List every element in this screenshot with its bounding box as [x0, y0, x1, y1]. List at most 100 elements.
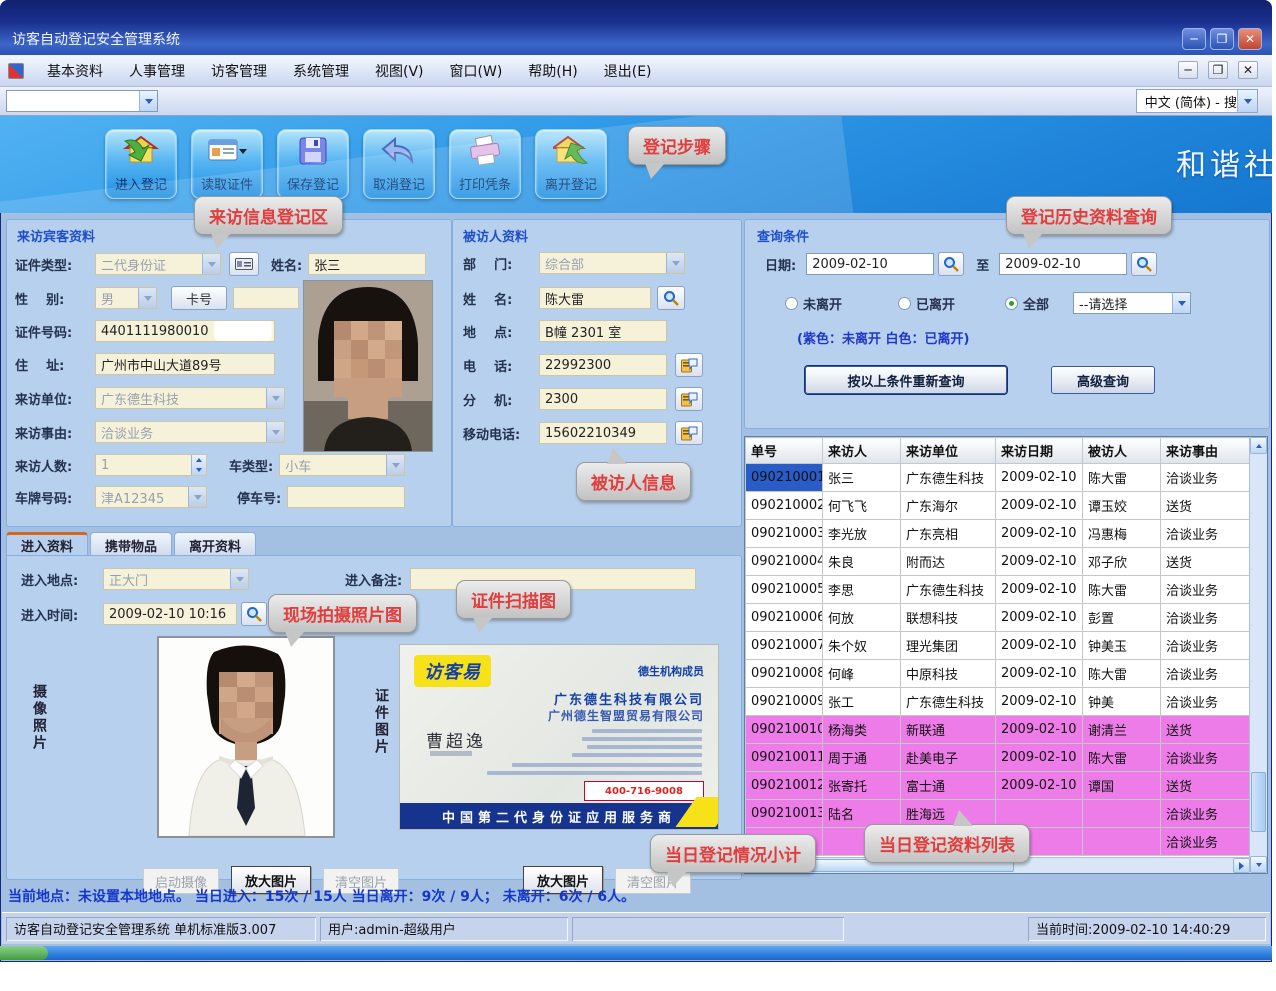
table-cell[interactable]: 洽谈业务	[1161, 520, 1250, 548]
company-select[interactable]: 广东德生科技	[95, 387, 285, 409]
table-cell[interactable]: 2009-02-10	[996, 548, 1083, 576]
table-cell[interactable]: 2009-02-10	[996, 716, 1083, 744]
gender-select[interactable]: 男	[95, 287, 157, 309]
table-row[interactable]: 090210009张工广东德生科技2009-02-10钟美洽谈业务	[746, 688, 1250, 716]
date-from-input[interactable]: 2009-02-10	[806, 253, 934, 275]
table-row[interactable]: 090210002何飞飞广东海尔2009-02-10谭玉姣送货	[746, 492, 1250, 520]
table-header-cell[interactable]: 来访日期	[996, 438, 1083, 464]
table-cell[interactable]: 广东德生科技	[901, 688, 996, 716]
table-cell[interactable]: 冯惠梅	[1083, 520, 1161, 548]
table-cell[interactable]: 洽谈业务	[1161, 576, 1250, 604]
table-cell[interactable]: 彭置	[1083, 604, 1161, 632]
vehicle-type-select[interactable]: 小车	[279, 454, 405, 476]
dial-phone-button[interactable]	[675, 353, 703, 377]
table-cell[interactable]: 张工	[823, 688, 901, 716]
table-cell[interactable]: 邓子欣	[1083, 548, 1161, 576]
mdi-minimize-button[interactable]: ─	[1178, 61, 1198, 79]
table-cell[interactable]: 赴美电子	[901, 744, 996, 772]
table-cell[interactable]: 广东海尔	[901, 492, 996, 520]
menu-item-visitor[interactable]: 访客管理	[198, 57, 280, 85]
menu-item-help[interactable]: 帮助(H)	[515, 57, 590, 85]
close-button[interactable]: ✕	[1238, 28, 1262, 50]
table-cell[interactable]: 2009-02-10	[996, 464, 1083, 492]
table-cell[interactable]: 090210004	[746, 548, 823, 576]
table-cell[interactable]: 富士通	[901, 772, 996, 800]
table-cell[interactable]: 钟美玉	[1083, 632, 1161, 660]
table-cell[interactable]: 洽谈业务	[1161, 660, 1250, 688]
table-cell[interactable]: 谭玉姣	[1083, 492, 1161, 520]
table-row[interactable]: 090210003李光放广东亮相2009-02-10冯惠梅洽谈业务	[746, 520, 1250, 548]
table-cell[interactable]: 李光放	[823, 520, 901, 548]
restore-button[interactable]: ❐	[1210, 28, 1234, 50]
table-cell[interactable]: 陈大雷	[1083, 576, 1161, 604]
date-from-picker-button[interactable]	[938, 252, 964, 276]
table-cell[interactable]: 洽谈业务	[1161, 744, 1250, 772]
table-header-cell[interactable]: 来访单位	[901, 438, 996, 464]
table-cell[interactable]	[1083, 828, 1161, 856]
table-cell[interactable]: 090210009	[746, 688, 823, 716]
reason-select[interactable]: 洽谈业务	[95, 421, 285, 443]
table-cell[interactable]: 090210013	[746, 800, 823, 828]
name-input[interactable]: 张三	[308, 253, 426, 275]
table-cell[interactable]: 陈大雷	[1083, 744, 1161, 772]
table-cell[interactable]: 2009-02-10	[996, 520, 1083, 548]
dial-ext-button[interactable]	[675, 387, 703, 411]
menu-item-basic[interactable]: 基本资料	[34, 57, 116, 85]
menu-item-exit[interactable]: 退出(E)	[591, 57, 665, 85]
table-cell[interactable]: 新联通	[901, 716, 996, 744]
chevron-down-icon[interactable]	[139, 91, 157, 111]
table-cell[interactable]: 洽谈业务	[1161, 688, 1250, 716]
radio-icon[interactable]	[898, 297, 911, 310]
table-cell[interactable]: 2009-02-10	[996, 772, 1083, 800]
count-spinner[interactable]: 1	[95, 454, 207, 476]
scroll-down-icon[interactable]	[1250, 856, 1267, 873]
visited-name-input[interactable]: 陈大雷	[539, 287, 651, 309]
radio-selected-icon[interactable]	[1005, 297, 1018, 310]
table-cell[interactable]: 090210002	[746, 492, 823, 520]
table-cell[interactable]: 钟美	[1083, 688, 1161, 716]
table-cell[interactable]: 2009-02-10	[996, 576, 1083, 604]
table-cell[interactable]: 090210007	[746, 632, 823, 660]
table-cell[interactable]: 2009-02-10	[996, 660, 1083, 688]
table-cell[interactable]: 朱个奴	[823, 632, 901, 660]
leave-register-button[interactable]: 离开登记	[535, 129, 607, 199]
table-header-cell[interactable]: 来访人	[823, 438, 901, 464]
table-cell[interactable]: 联想科技	[901, 604, 996, 632]
tab-carried-items[interactable]: 携带物品	[90, 532, 172, 556]
entry-place-select[interactable]: 正大门	[103, 568, 249, 590]
menu-item-system[interactable]: 系统管理	[280, 57, 362, 85]
read-idcard-button[interactable]: 读取证件	[191, 129, 263, 199]
mdi-restore-button[interactable]: ❐	[1208, 61, 1228, 79]
table-cell[interactable]: 洽谈业务	[1161, 604, 1250, 632]
table-cell[interactable]: 2009-02-10	[996, 688, 1083, 716]
search-person-button[interactable]	[657, 286, 685, 310]
table-cell[interactable]: 广东亮相	[901, 520, 996, 548]
table-cell[interactable]: 2009-02-10	[996, 632, 1083, 660]
table-cell[interactable]: 洽谈业务	[1161, 828, 1250, 856]
table-cell[interactable]: 090210001	[746, 464, 823, 492]
table-header-cell[interactable]: 单号	[746, 438, 823, 464]
table-cell[interactable]: 2009-02-10	[996, 604, 1083, 632]
table-row[interactable]: 090210007朱个奴理光集团2009-02-10钟美玉洽谈业务	[746, 632, 1250, 660]
menu-item-window[interactable]: 窗口(W)	[437, 57, 516, 85]
table-cell[interactable]: 杨海类	[823, 716, 901, 744]
card-no-input[interactable]	[233, 287, 299, 309]
menu-item-view[interactable]: 视图(V)	[362, 57, 437, 85]
cert-type-select[interactable]: 二代身份证	[95, 253, 221, 275]
table-cell[interactable]: 张三	[823, 464, 901, 492]
table-cell[interactable]: 广东德生科技	[901, 576, 996, 604]
table-header-cell[interactable]: 被访人	[1083, 438, 1161, 464]
enter-register-button[interactable]: 进入登记	[105, 129, 177, 199]
table-cell[interactable]: 广东德生科技	[901, 464, 996, 492]
address-input[interactable]: 广州市中山大道89号	[95, 353, 275, 375]
mobile-input[interactable]: 15602210349	[539, 422, 667, 444]
dial-mobile-button[interactable]	[675, 421, 703, 445]
time-picker-button[interactable]	[241, 602, 267, 626]
table-cell[interactable]: 090210011	[746, 744, 823, 772]
table-cell[interactable]: 洽谈业务	[1161, 464, 1250, 492]
language-bar[interactable]: 中文 (简体) - 搜	[1136, 89, 1258, 113]
cert-no-input[interactable]: 4401111980010	[95, 320, 275, 342]
table-cell[interactable]: 送货	[1161, 772, 1250, 800]
table-row[interactable]: 090210005李思广东德生科技2009-02-10陈大雷洽谈业务	[746, 576, 1250, 604]
radio-all[interactable]: 全部	[1005, 294, 1049, 313]
